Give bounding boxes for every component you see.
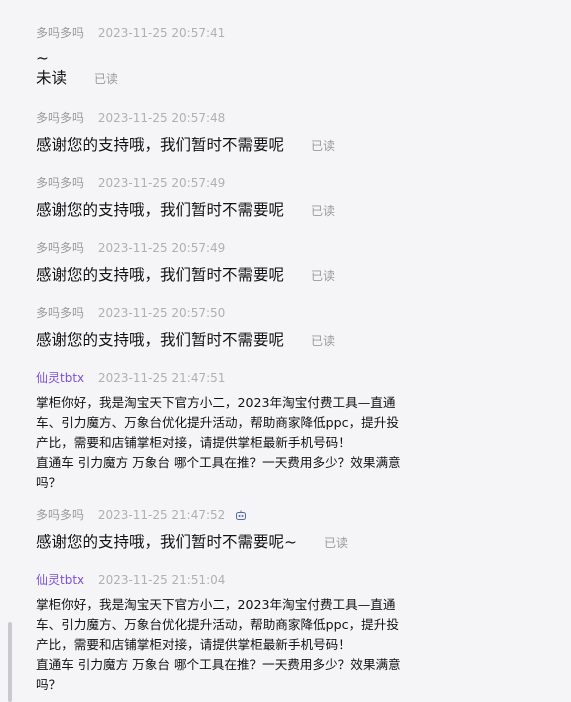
message-time: 2023-11-25 21:51:04: [97, 573, 226, 587]
message-item: 仙灵tbtx 2023-11-25 21:51:04 掌柜你好，我是淘宝天下官方…: [36, 573, 511, 695]
message-text: 感谢您的支持哦，我们暂时不需要呢~: [36, 533, 297, 551]
sender-name: 多吗多吗: [36, 26, 85, 40]
message-text: 感谢您的支持哦，我们暂时不需要呢: [36, 331, 285, 349]
message-text: 感谢您的支持哦，我们暂时不需要呢: [36, 136, 285, 154]
read-status: 已读: [93, 71, 118, 86]
message-text: 感谢您的支持哦，我们暂时不需要呢: [36, 266, 285, 284]
message-time: 2023-11-25 21:47:52: [97, 508, 226, 522]
message-text: 感谢您的支持哦，我们暂时不需要呢: [36, 201, 285, 219]
message-time: 2023-11-25 20:57:41: [97, 26, 226, 40]
message-item: 多吗多吗 2023-11-25 20:57:49 感谢您的支持哦，我们暂时不需要…: [36, 176, 511, 220]
read-status: 已读: [310, 203, 335, 218]
message-item: 多吗多吗 2023-11-25 20:57:41 ~ 未读 已读: [36, 26, 511, 88]
sender-name: 多吗多吗: [36, 508, 85, 522]
sender-name: 多吗多吗: [36, 111, 85, 125]
sender-name: 仙灵tbtx: [36, 573, 85, 587]
read-status: 已读: [310, 333, 335, 348]
message-time: 2023-11-25 20:57:49: [97, 241, 226, 255]
sender-name: 多吗多吗: [36, 241, 85, 255]
message-text: 掌柜你好，我是淘宝天下官方小二，2023年淘宝付费工具—直通 车、引力魔方、万象…: [36, 395, 401, 490]
message-time: 2023-11-25 21:47:51: [97, 371, 226, 385]
message-text: ~: [36, 49, 49, 67]
chat-message-list: 多吗多吗 2023-11-25 20:57:41 ~ 未读 已读 多吗多吗 20…: [0, 0, 571, 702]
message-time: 2023-11-25 20:57:50: [97, 306, 226, 320]
read-status: 已读: [310, 138, 335, 153]
message-text: 未读: [36, 69, 68, 87]
read-status: 已读: [310, 268, 335, 283]
read-status: 已读: [323, 535, 348, 550]
sender-name: 多吗多吗: [36, 176, 85, 190]
message-item: 多吗多吗 2023-11-25 21:47:52 感谢您的支持哦，我们暂时不需要…: [36, 508, 511, 552]
sender-name: 多吗多吗: [36, 306, 85, 320]
message-item: 仙灵tbtx 2023-11-25 21:47:51 掌柜你好，我是淘宝天下官方…: [36, 371, 511, 493]
message-item: 多吗多吗 2023-11-25 20:57:49 感谢您的支持哦，我们暂时不需要…: [36, 241, 511, 285]
message-time: 2023-11-25 20:57:48: [97, 111, 226, 125]
robot-icon: [236, 510, 247, 520]
scrollbar-thumb[interactable]: [8, 622, 12, 702]
message-item: 多吗多吗 2023-11-25 20:57:50 感谢您的支持哦，我们暂时不需要…: [36, 306, 511, 350]
message-item: 多吗多吗 2023-11-25 20:57:48 感谢您的支持哦，我们暂时不需要…: [36, 111, 511, 155]
message-text: 掌柜你好，我是淘宝天下官方小二，2023年淘宝付费工具—直通 车、引力魔方、万象…: [36, 597, 401, 692]
message-time: 2023-11-25 20:57:49: [97, 176, 226, 190]
sender-name: 仙灵tbtx: [36, 371, 85, 385]
